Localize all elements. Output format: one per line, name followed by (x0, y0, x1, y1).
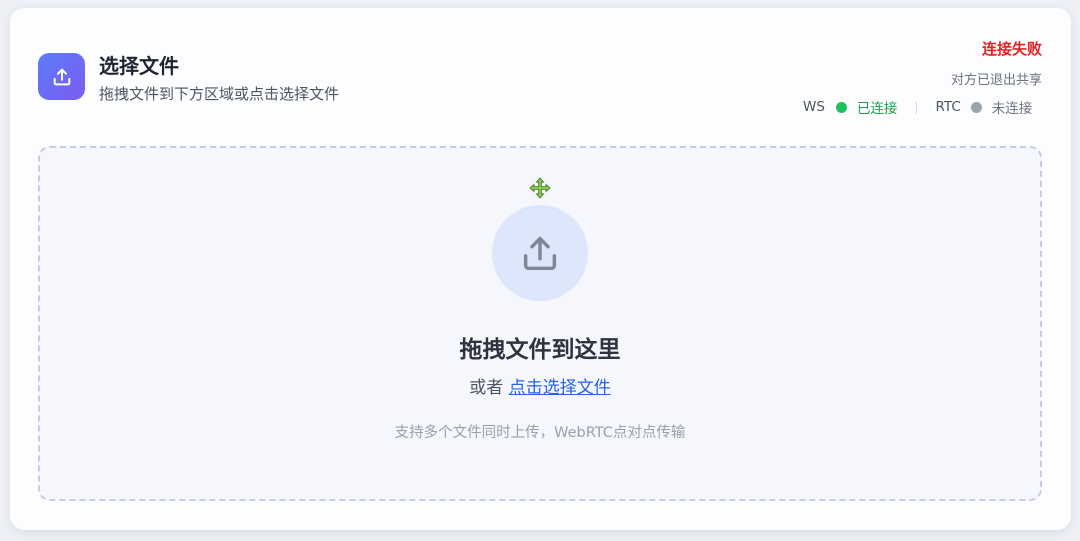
connection-status-title: 连接失败 (981, 40, 1042, 58)
file-drop-zone[interactable]: 拖拽文件到这里 或者 点击选择文件 支持多个文件同时上传，WebRTC点对点传输 (38, 146, 1042, 501)
upload-icon (38, 53, 85, 100)
upload-icon[interactable] (492, 205, 588, 301)
or-text: 或者 (469, 378, 504, 398)
select-file-link[interactable]: 点击选择文件 (509, 378, 611, 398)
connection-status-detail: 对方已退出共享 (950, 73, 1042, 88)
status-separator: | (914, 100, 919, 114)
drop-zone-or-line: 或者 点击选择文件 (40, 373, 1040, 398)
ws-status-dot (835, 101, 847, 113)
page-title: 选择文件 (99, 54, 179, 78)
page-subtitle: 拖拽文件到下方区域或点击选择文件 (99, 85, 340, 103)
rtc-label: RTC (935, 99, 961, 115)
file-select-card: 选择文件 拖拽文件到下方区域或点击选择文件 连接失败 对方已退出共享 WS 已连… (10, 8, 1071, 530)
rtc-status-text: 未连接 (991, 101, 1033, 117)
ws-label: WS (803, 99, 825, 115)
rtc-status-dot (970, 101, 982, 113)
ws-status-text: 已连接 (856, 101, 898, 117)
move-cursor-icon (529, 177, 551, 199)
drop-zone-title: 拖拽文件到这里 (459, 337, 621, 363)
connection-indicators: WS 已连接 | RTC 未连接 (803, 97, 1032, 117)
drop-zone-hint: 支持多个文件同时上传，WebRTC点对点传输 (394, 425, 686, 441)
